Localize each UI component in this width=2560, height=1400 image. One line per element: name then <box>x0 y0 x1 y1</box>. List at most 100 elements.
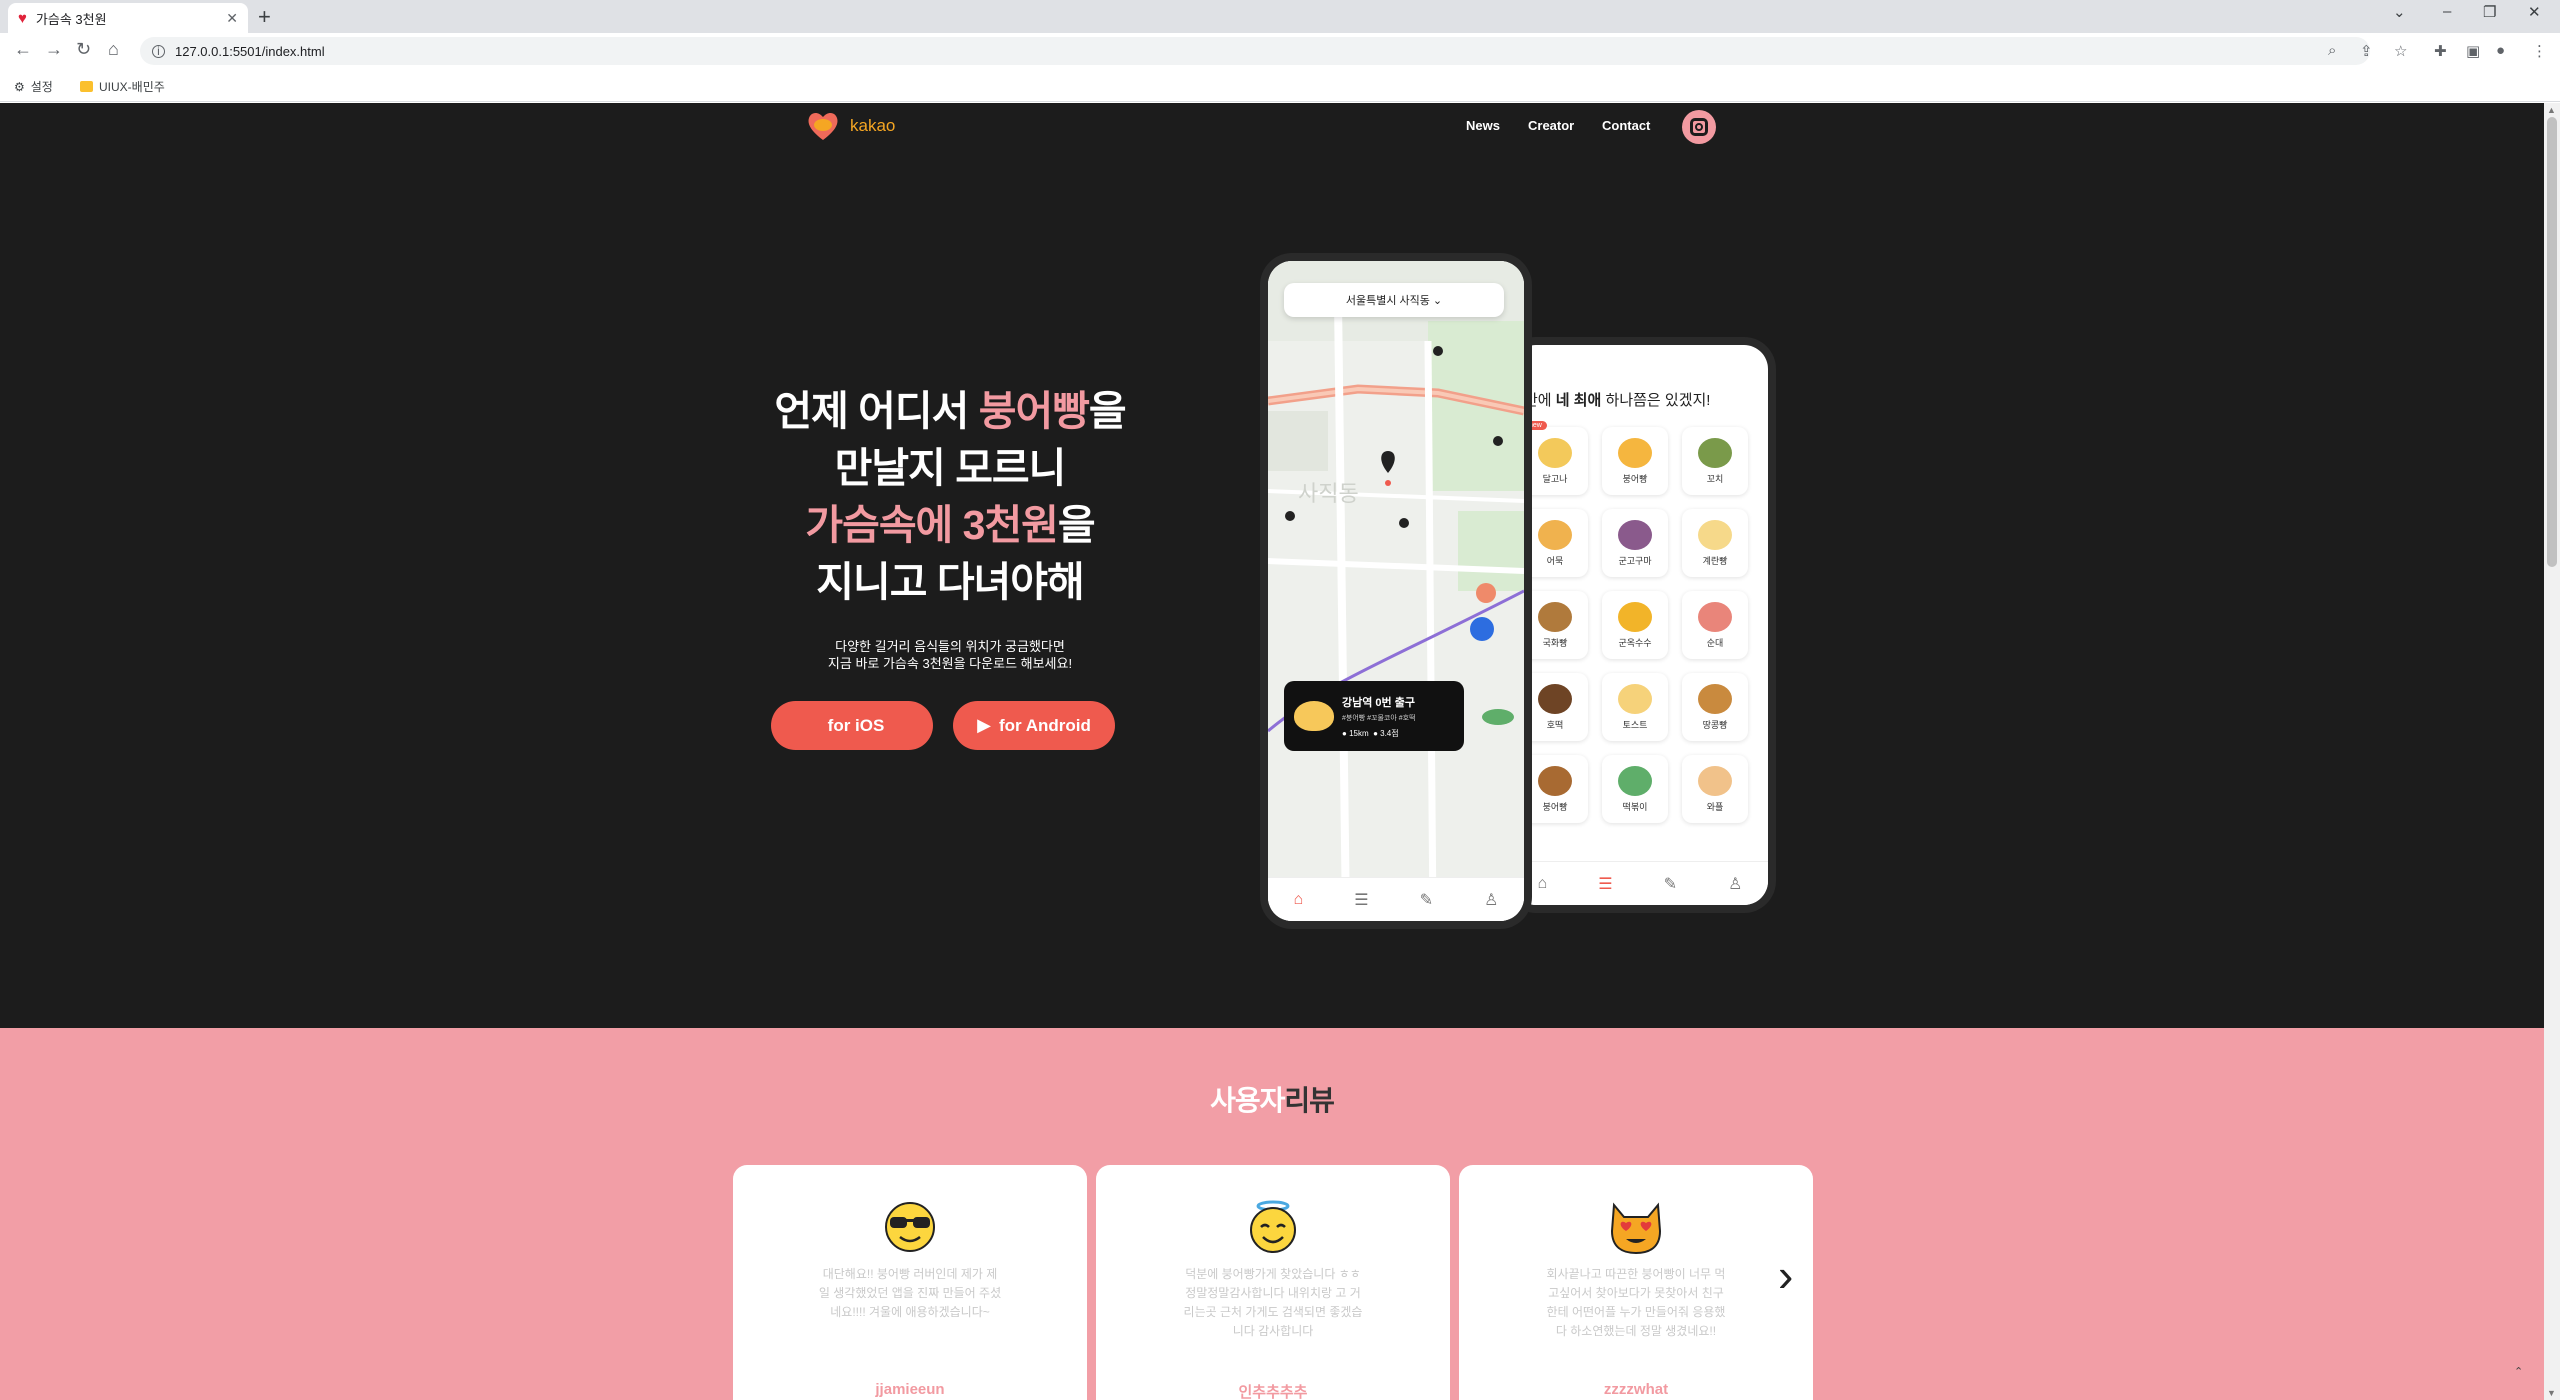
ios-download-button[interactable]: for iOS <box>771 701 933 750</box>
store-card[interactable]: 강남역 0번 출구 #붕어빵 #꼬물코아 #호떡 ● 15km ● 3.4점 <box>1284 681 1464 751</box>
heart-logo-icon <box>808 112 838 140</box>
menu-dots-icon[interactable]: ⋮ <box>2532 42 2547 60</box>
next-arrow-icon[interactable]: › <box>1778 1248 1793 1302</box>
tab-search-icon[interactable]: ⌄ <box>2393 3 2406 21</box>
user-tab-icon[interactable]: ♙ <box>1728 874 1742 894</box>
category-screen: 안에 네 최애 하나쯤은 있겠지! new 달고나 붕어빵 꼬치 어묵 군고구마 계란빵 국화… <box>1512 345 1768 905</box>
category-item[interactable]: 군옥수수 <box>1602 591 1668 659</box>
side-panel-icon[interactable]: ▣ <box>2466 42 2480 60</box>
category-label: 어묵 <box>1546 555 1564 566</box>
category-heading: 안에 네 최애 하나쯤은 있겠지! <box>1524 392 1711 409</box>
minimize-icon[interactable]: – <box>2443 3 2451 20</box>
tab-strip: ♥ 가슴속 3천원 ✕ + ⌄ – ❐ ✕ <box>0 0 2560 33</box>
list-tab-icon[interactable]: ☰ <box>1354 890 1368 910</box>
food-icon <box>1538 601 1572 632</box>
instagram-button[interactable] <box>1682 110 1716 144</box>
category-item[interactable]: 군고구마 <box>1602 509 1668 577</box>
svg-text:사직동: 사직동 <box>1298 482 1359 507</box>
bookmarks-bar: ⚙ 설정 UIUX-배민주 <box>0 70 2560 102</box>
scrollbar-thumb[interactable] <box>2547 117 2557 567</box>
scroll-top-icon[interactable]: ⌃ <box>2514 1365 2523 1378</box>
home-tab-icon[interactable]: ⌂ <box>1294 891 1304 909</box>
category-label: 계란빵 <box>1702 555 1728 566</box>
category-item[interactable]: 붕어빵 <box>1602 427 1668 495</box>
food-icon <box>1538 683 1572 714</box>
category-label: 토스트 <box>1622 719 1648 730</box>
page-viewport: kakao News Creator Contact 언제 어디서 붕어빵을 만… <box>0 103 2544 1400</box>
food-icon <box>1698 683 1732 714</box>
site-logo[interactable]: kakao <box>806 109 895 143</box>
home-tab-icon[interactable]: ⌂ <box>1538 875 1548 893</box>
food-icon <box>1698 437 1732 468</box>
category-item[interactable]: 순대 <box>1682 591 1748 659</box>
new-tab-button[interactable]: + <box>258 4 271 30</box>
category-label: 와플 <box>1706 801 1724 812</box>
review-user: jjamieeun <box>875 1381 945 1398</box>
food-icon <box>1698 765 1732 796</box>
extensions-icon[interactable]: ✚ <box>2434 42 2447 60</box>
back-icon[interactable]: ← <box>14 39 32 60</box>
page-scrollbar[interactable]: ▲ ▼ <box>2544 103 2560 1400</box>
android-download-button[interactable]: ▶ for Android <box>953 701 1115 750</box>
browser-tab[interactable]: ♥ 가슴속 3천원 ✕ <box>8 3 248 33</box>
scroll-down-icon[interactable]: ▼ <box>2547 1388 2556 1398</box>
category-grid: new 달고나 붕어빵 꼬치 어묵 군고구마 계란빵 국화빵 군옥수수 순대 호떡 토스트 땅콩빵 붕어빵… <box>1522 421 1758 823</box>
browser-toolbar: ← → ↻ ⌂ i 127.0.0.1:5501/index.html ⌕ ⇪ … <box>0 33 2560 70</box>
category-item[interactable]: 토스트 <box>1602 673 1668 741</box>
category-label: 땅콩빵 <box>1702 719 1728 730</box>
category-item[interactable]: 계란빵 <box>1682 509 1748 577</box>
nav-news[interactable]: News <box>1466 118 1500 133</box>
forward-icon[interactable]: → <box>45 39 63 60</box>
category-item[interactable]: 땅콩빵 <box>1682 673 1748 741</box>
phone-map-mockup: 사직동 서울특별시 사직동 ⌄ 강남역 0번 출구 #붕어빵 #꼬물코아 #호떡… <box>1260 253 1532 929</box>
category-label: 군옥수수 <box>1618 637 1652 648</box>
folder-icon <box>80 81 93 92</box>
review-text: 덕분에 붕어빵가게 찾았습니다 ㅎㅎ 정말정말감사합니다 내위치랑 고 거리는곳… <box>1183 1267 1363 1338</box>
bookmark-label: UIUX-배민주 <box>99 80 165 94</box>
phone-category-mockup: 안에 네 최애 하나쯤은 있겠지! new 달고나 붕어빵 꼬치 어묵 군고구마 계란빵 국화… <box>1504 337 1776 913</box>
review-text: 대단해요!! 붕어빵 러버인데 제가 제일 생각했었던 앱을 진짜 만들어 주셨… <box>818 1267 1002 1319</box>
profile-icon[interactable]: ● <box>2496 42 2505 59</box>
sunglasses-emoji-icon <box>885 1202 935 1252</box>
heart-favicon-icon: ♥ <box>18 9 27 27</box>
category-item[interactable]: 떡볶이 <box>1602 755 1668 823</box>
write-tab-icon[interactable]: ✎ <box>1664 874 1677 894</box>
category-item[interactable]: 꼬치 <box>1682 427 1748 495</box>
food-icon <box>1538 437 1572 468</box>
write-tab-icon[interactable]: ✎ <box>1420 890 1433 910</box>
restore-icon[interactable]: ❐ <box>2483 3 2496 21</box>
nav-contact[interactable]: Contact <box>1602 118 1650 133</box>
address-bar[interactable]: i 127.0.0.1:5501/index.html <box>140 37 2370 65</box>
url-text: 127.0.0.1:5501/index.html <box>175 43 325 59</box>
food-icon <box>1698 519 1732 550</box>
list-tab-icon[interactable]: ☰ <box>1598 874 1612 894</box>
home-icon[interactable]: ⌂ <box>108 39 119 60</box>
food-icon <box>1698 601 1732 632</box>
bookmark-star-icon[interactable]: ☆ <box>2394 42 2407 60</box>
category-label: 붕어빵 <box>1542 801 1568 812</box>
store-meta: ● 15km ● 3.4점 <box>1342 728 1399 738</box>
scroll-up-icon[interactable]: ▲ <box>2547 105 2556 115</box>
location-selector[interactable]: 서울특별시 사직동 ⌄ <box>1284 283 1504 317</box>
bookmark-settings[interactable]: ⚙ 설정 <box>14 78 53 95</box>
bookmark-folder[interactable]: UIUX-배민주 <box>80 78 165 95</box>
reviews-title: 사용자리뷰 <box>1210 1085 1335 1116</box>
review-text: 회사끝나고 따끈한 붕어빵이 너무 먹고싶어서 찾아보다가 못찾아서 친구한테 … <box>1546 1267 1726 1338</box>
store-tags: #붕어빵 #꼬물코아 #호떡 <box>1342 714 1416 722</box>
bookmark-label: 설정 <box>30 80 53 94</box>
reviews-section: 사용자리뷰 ‹ 대단해요!! 붕어빵 러버인데 제가 제일 생각했었던 앱을 진… <box>0 1028 2544 1400</box>
zoom-icon[interactable]: ⌕ <box>2328 42 2336 59</box>
close-tab-icon[interactable]: ✕ <box>226 10 238 27</box>
category-label: 떡볶이 <box>1622 801 1648 812</box>
site-header: kakao News Creator Contact <box>0 103 2544 163</box>
category-label: 붕어빵 <box>1622 473 1648 484</box>
user-tab-icon[interactable]: ♙ <box>1484 890 1498 910</box>
nav-creator[interactable]: Creator <box>1528 118 1574 133</box>
food-icon <box>1538 519 1572 550</box>
reload-icon[interactable]: ↻ <box>76 39 91 60</box>
site-info-icon[interactable]: i <box>152 44 165 58</box>
category-item[interactable]: 와플 <box>1682 755 1748 823</box>
instagram-icon <box>1690 118 1708 136</box>
close-window-icon[interactable]: ✕ <box>2528 3 2541 21</box>
share-icon[interactable]: ⇪ <box>2360 42 2373 60</box>
